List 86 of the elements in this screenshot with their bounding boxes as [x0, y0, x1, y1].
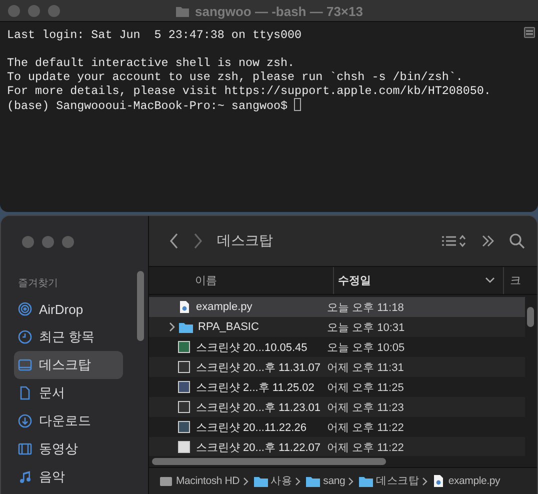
text-cursor — [294, 98, 301, 111]
image-thumbnail-icon — [177, 400, 191, 414]
sidebar-heading: 즐겨찾기 — [18, 277, 59, 290]
modified-date: 어제 오후 11:22 — [327, 420, 404, 434]
image-thumbnail-icon — [177, 380, 191, 394]
file-row[interactable]: 스크린샷 20...후 11.22.07 어제 오후 11:22 — [149, 437, 525, 456]
sidebar-item[interactable]: 음악 — [14, 463, 123, 491]
window-control[interactable] — [28, 4, 40, 16]
scrollbar-thumb[interactable] — [137, 271, 144, 341]
terminal-line: For more details, please visit https://support.apple.com/kb/HT208050. — [7, 84, 491, 98]
path-item[interactable]: Macintosh HD — [176, 475, 240, 487]
modified-date: 어제 오후 11:31 — [327, 360, 404, 374]
image-thumbnail-icon — [177, 360, 191, 374]
file-row[interactable]: 스크린샷 20...후 11.31.07 어제 오후 11:31 — [149, 357, 525, 377]
path-item[interactable]: example.py — [448, 475, 500, 487]
clock-icon — [18, 330, 32, 344]
modified-date: 어제 오후 11:25 — [327, 380, 404, 394]
image-thumbnail-icon — [177, 420, 191, 434]
terminal-line: To update your account to use zsh, please run `chsh -s /bin/zsh`. — [7, 70, 463, 84]
folder-icon — [357, 474, 374, 488]
modified-date: 오늘 오후 10:31 — [327, 320, 405, 334]
disclosure-icon — [169, 322, 175, 332]
back-icon — [169, 233, 179, 249]
chevron-right-icon — [242, 476, 249, 486]
path-item[interactable]: 데스크탑 — [376, 474, 420, 488]
python-file-icon — [177, 300, 191, 314]
chevron-down-icon — [485, 276, 495, 284]
sidebar-item[interactable]: 다운로드 — [14, 407, 123, 435]
path-item[interactable]: sang — [323, 475, 346, 487]
window-control[interactable] — [22, 236, 34, 248]
modified-date: 어제 오후 11:22 — [327, 440, 404, 454]
file-row[interactable]: RPA_BASIC 오늘 오후 10:31 — [149, 317, 525, 337]
chevron-right-icon — [295, 476, 302, 486]
path-item[interactable]: 사용 — [270, 474, 292, 488]
folder-icon — [177, 320, 193, 334]
airdrop-icon — [18, 302, 32, 316]
column-title[interactable]: 이름 — [195, 273, 217, 288]
modified-date: 오늘 오후 11:18 — [327, 300, 404, 314]
window-control[interactable] — [8, 4, 20, 16]
music-note-icon — [18, 470, 32, 484]
forward-icon — [193, 233, 203, 249]
scrollbar-thumb[interactable] — [527, 307, 534, 327]
sidebar-item[interactable]: 문서 — [14, 379, 123, 407]
window-title: sangwoo — -bash — 73×13 — [195, 4, 363, 18]
folder-icon — [252, 474, 268, 488]
window-control[interactable] — [42, 236, 54, 248]
chevron-right-icon — [348, 476, 354, 486]
image-thumbnail-icon — [177, 440, 191, 454]
chevron-double-icon — [481, 234, 495, 248]
scrollbar-thumb[interactable] — [152, 458, 386, 465]
image-thumbnail-icon — [177, 340, 191, 354]
sidebar-item[interactable]: 동영상 — [14, 435, 123, 463]
modified-date: 어제 오후 11:23 — [327, 400, 404, 414]
sidebar-item[interactable]: 데스크탑 — [14, 351, 123, 379]
folder-icon — [304, 474, 320, 488]
folder-icon — [175, 4, 190, 18]
file-name: example.py — [196, 301, 252, 313]
terminal-prompt: (base) Sangwoooui-MacBook-Pro:~ sangwoo$ — [7, 99, 288, 113]
file-name: RPA_BASIC — [198, 321, 259, 333]
file-name: 스크린샷 20...후 11.23.01 — [196, 400, 321, 414]
file-name: 스크린샷 20...후 11.22.07 — [196, 440, 321, 454]
window-control[interactable] — [62, 236, 74, 248]
chevron-right-icon — [422, 476, 428, 486]
download-icon — [18, 414, 32, 428]
file-name: 스크린샷 2...후 11.25.02 — [196, 380, 314, 394]
sidebar-item[interactable]: AirDrop — [14, 295, 123, 323]
file-row[interactable]: example.py 오늘 오후 11:18 — [149, 297, 525, 317]
search-icon — [509, 233, 525, 249]
window-control[interactable] — [48, 4, 60, 16]
terminal-line: Last login: Sat Jun 5 23:47:38 on ttys000 — [7, 28, 302, 42]
file-row[interactable]: 스크린샷 20...후 11.23.01 어제 오후 11:23 — [149, 397, 525, 417]
folder-title: 데스크탑 — [217, 232, 274, 250]
file-name: 스크린샷 20...후 11.31.07 — [196, 360, 321, 374]
document-icon — [18, 386, 32, 400]
file-name: 스크린샷 20...10.05.45 — [196, 340, 308, 354]
list-view-icon — [441, 234, 467, 248]
sidebar-item[interactable]: 최근 항목 — [14, 323, 123, 351]
python-file-icon — [431, 474, 446, 488]
scroll-marker-icon — [524, 27, 535, 38]
file-name: 스크린샷 20...11.22.26 — [196, 420, 306, 434]
modified-date: 오늘 오후 10:05 — [327, 340, 405, 354]
desktop-icon — [18, 358, 32, 372]
column-title[interactable]: 크 — [510, 273, 521, 288]
terminal-line: The default interactive shell is now zsh. — [7, 56, 295, 70]
film-icon — [18, 442, 32, 456]
column-title[interactable]: 수정일 — [338, 273, 371, 288]
